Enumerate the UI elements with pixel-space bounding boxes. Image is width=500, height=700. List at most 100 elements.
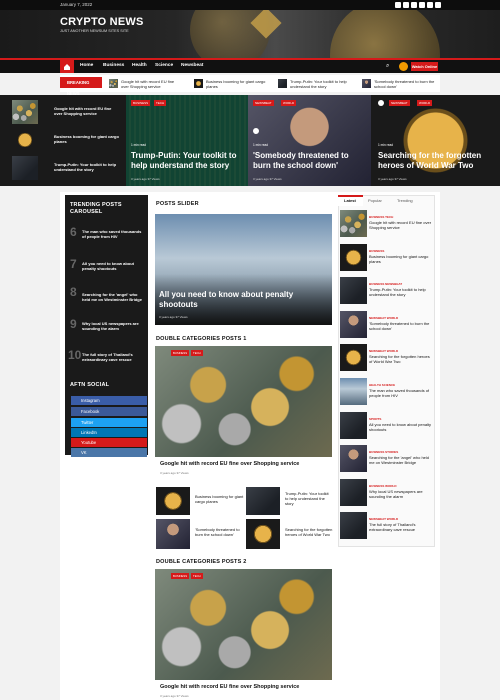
hero-card-title[interactable]: Trump-Putin: Your toolkit to help unders… <box>131 151 243 170</box>
youtube-icon[interactable] <box>427 2 433 8</box>
slider-image[interactable]: All you need to know about penalty shoot… <box>155 214 332 325</box>
category-badge[interactable]: NEWSBEAT <box>389 100 410 106</box>
tab-item-title[interactable]: The man who saved thousands of people fr… <box>369 388 434 398</box>
hero-card[interactable]: NEWSBEAT WORLD 1 min read 'Somebody thre… <box>248 95 371 186</box>
social-linkedin[interactable]: LinkedIn <box>71 428 147 437</box>
search-icon[interactable]: ⌕ <box>386 63 389 70</box>
tab-item-thumb[interactable] <box>340 411 367 439</box>
trending-title[interactable]: The man who saved thousands of people fr… <box>82 229 145 239</box>
category-badge[interactable]: NEWSBEAT <box>253 100 274 106</box>
ticker-thumb[interactable] <box>194 79 203 88</box>
ticker-item[interactable]: Google hit with record EU fine over Shop… <box>121 79 181 89</box>
nav-item-science[interactable]: Science <box>155 63 173 68</box>
tab-item-title[interactable]: All you need to know about penalty shoot… <box>369 422 434 432</box>
hero-card-title[interactable]: 'Somebody threatened to burn the school … <box>253 151 367 170</box>
tab-item-title[interactable]: The full story of Thailand's extraordina… <box>369 522 434 532</box>
ticker-thumb[interactable] <box>278 79 287 88</box>
small-thumb[interactable] <box>156 519 190 549</box>
double2-image[interactable]: BUSINESS TECH <box>155 569 332 680</box>
trending-title[interactable]: The full story of Thailand's extraordina… <box>82 352 145 362</box>
ticker-thumb[interactable] <box>109 79 118 88</box>
small-title[interactable]: 'Somebody threatened to burn the school … <box>195 527 245 537</box>
slider-title[interactable]: All you need to know about penalty shoot… <box>159 290 309 309</box>
tab-item-category[interactable]: BUSINESS TECH <box>369 215 393 219</box>
ticker-item[interactable]: Business booming for giant cargo planes <box>206 79 266 89</box>
linkedin-icon[interactable] <box>419 2 425 8</box>
tab-item-thumb[interactable] <box>340 243 367 271</box>
hero-list-title[interactable]: Google hit with record EU fine over Shop… <box>54 106 119 116</box>
tab-item-thumb[interactable] <box>340 378 367 405</box>
tab-item-category[interactable]: NEWSBEAT WORLD <box>369 316 398 320</box>
facebook-icon[interactable] <box>395 2 401 8</box>
instagram-icon[interactable] <box>411 2 417 8</box>
category-badge[interactable]: TECH <box>191 350 203 356</box>
hero-list-title[interactable]: Trump-Putin: Your toolkit to help unders… <box>54 162 119 172</box>
tab-item-thumb[interactable] <box>340 344 367 372</box>
small-title[interactable]: Business booming for giant cargo planes <box>195 494 245 504</box>
tab-trending[interactable]: Trending <box>397 198 413 203</box>
small-title[interactable]: Trump-Putin: Your toolkit to help unders… <box>285 491 333 506</box>
home-icon[interactable] <box>60 60 74 73</box>
hero-card[interactable]: BUSINESS TECH 1 min read Trump-Putin: Yo… <box>126 95 248 186</box>
hero-list-item[interactable]: Trump-Putin: Your toolkit to help unders… <box>4 156 119 182</box>
tab-item-thumb[interactable] <box>340 277 367 305</box>
hero-list-item[interactable]: Business booming for giant cargo planes <box>4 128 119 154</box>
tab-item-thumb[interactable] <box>340 512 367 540</box>
double2-title[interactable]: Google hit with record EU fine over Shop… <box>160 684 299 690</box>
watch-online-button[interactable]: Watch Online <box>411 62 438 71</box>
small-title[interactable]: Searching for the forgotten heroes of Wo… <box>285 527 333 537</box>
tab-popular[interactable]: Popular <box>368 198 382 203</box>
tab-item-thumb[interactable] <box>340 210 367 237</box>
small-thumb[interactable] <box>246 487 280 515</box>
tab-latest[interactable]: Latest <box>344 198 356 203</box>
category-badge[interactable]: BUSINESS <box>171 350 190 356</box>
twitter-icon[interactable] <box>403 2 409 8</box>
category-badge[interactable]: WORLD <box>417 100 433 106</box>
social-youtube[interactable]: Youtube <box>71 438 147 447</box>
trending-title[interactable]: Why local US newspapers are sounding the… <box>82 321 145 331</box>
tab-item-title[interactable]: Business booming for giant cargo planes <box>369 254 434 264</box>
category-badge[interactable]: TECH <box>191 573 203 579</box>
user-icon[interactable] <box>399 62 408 71</box>
nav-item-newsbeat[interactable]: Newsbeat <box>181 63 203 68</box>
tab-item-category[interactable]: BUSINESS WORLD <box>369 484 397 488</box>
double1-title[interactable]: Google hit with record EU fine over Shop… <box>160 461 299 467</box>
social-facebook[interactable]: Facebook <box>71 407 147 416</box>
tab-item-category[interactable]: SPORTS <box>369 417 381 421</box>
category-badge[interactable]: WORLD <box>281 100 297 106</box>
vk-icon[interactable] <box>435 2 441 8</box>
ticker-thumb[interactable] <box>362 79 371 88</box>
tab-item-title[interactable]: Google hit with record EU fine over Shop… <box>369 220 434 230</box>
social-instagram[interactable]: Instagram <box>71 396 147 405</box>
nav-item-home[interactable]: Home <box>80 63 93 68</box>
site-title[interactable]: CRYPTO NEWS <box>60 16 144 28</box>
ticker-item[interactable]: Trump-Putin: Your toolkit to help unders… <box>290 79 350 89</box>
tab-item-category[interactable]: NEWSBEAT WORLD <box>369 517 398 521</box>
tab-item-category[interactable]: BUSINESS STORIES <box>369 450 398 454</box>
tab-item-title[interactable]: 'Somebody threatened to burn the school … <box>369 321 434 331</box>
small-thumb[interactable] <box>156 487 190 515</box>
social-twitter[interactable]: Twitter <box>71 418 147 427</box>
tab-item-category[interactable]: HEALTH SCIENCE <box>369 383 395 387</box>
tab-item-thumb[interactable] <box>340 445 367 473</box>
nav-item-business[interactable]: Business <box>103 63 124 68</box>
tab-item-category[interactable]: BUSINESS NEWSBEAT <box>369 282 402 286</box>
social-vk[interactable]: VK <box>71 448 147 457</box>
nav-item-health[interactable]: Health <box>132 63 147 68</box>
hero-list-title[interactable]: Business booming for giant cargo planes <box>54 134 119 144</box>
tab-item-thumb[interactable] <box>340 310 367 338</box>
category-badge[interactable]: BUSINESS <box>131 100 151 106</box>
hero-card-title[interactable]: Searching for the forgotten heroes of Wo… <box>378 151 496 170</box>
tab-item-category[interactable]: BUSINESS <box>369 249 384 253</box>
tab-item-title[interactable]: Trump-Putin: Your toolkit to help unders… <box>369 287 434 297</box>
category-badge[interactable]: TECH <box>154 100 167 106</box>
hero-card[interactable]: NEWSBEAT WORLD 1 min read Searching for … <box>371 95 500 186</box>
tab-item-title[interactable]: Searching for the forgotten heroes of Wo… <box>369 354 434 364</box>
tab-item-title[interactable]: Searching for the 'angel' who held me on… <box>369 455 434 465</box>
small-thumb[interactable] <box>246 519 280 549</box>
tab-item-category[interactable]: NEWSBEAT WORLD <box>369 349 398 353</box>
double1-image[interactable]: BUSINESS TECH <box>155 346 332 457</box>
tab-item-title[interactable]: Why local US newspapers are sounding the… <box>369 489 434 499</box>
hero-list-item[interactable]: Google hit with record EU fine over Shop… <box>4 100 119 126</box>
trending-title[interactable]: All you need to know about penalty shoot… <box>82 261 145 271</box>
